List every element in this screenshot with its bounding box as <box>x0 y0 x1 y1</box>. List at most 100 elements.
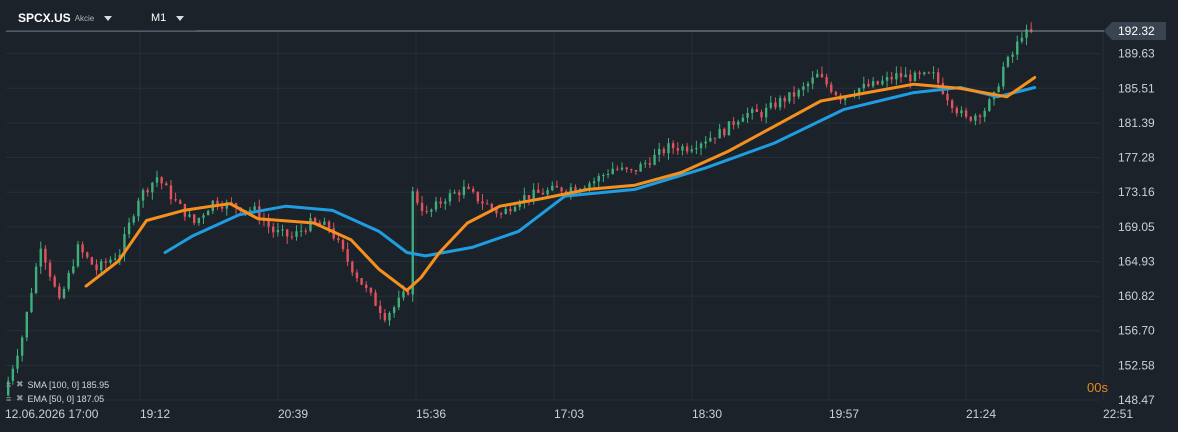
candle-down <box>365 281 368 293</box>
candle-down <box>216 197 219 210</box>
symbol-selector[interactable]: SPCX.US Akcie <box>18 8 113 28</box>
candle-down <box>341 238 345 252</box>
candle-body <box>527 195 531 200</box>
candle-body <box>355 272 359 279</box>
candle-down <box>834 90 838 97</box>
candle-up <box>67 270 70 292</box>
candle-body <box>34 266 38 294</box>
close-icon[interactable]: ✖ <box>16 379 24 390</box>
candle-up <box>932 66 935 80</box>
candle-body <box>704 141 707 144</box>
candle-body <box>695 148 698 150</box>
y-tick-label: 152.58 <box>1118 358 1155 372</box>
candle-down <box>220 201 224 213</box>
candle-body <box>671 143 675 149</box>
candle-up <box>197 217 201 226</box>
candle-down <box>1030 22 1033 34</box>
candle-down <box>304 227 307 235</box>
candle-body <box>95 264 98 271</box>
candle-up <box>737 119 740 129</box>
candle-body <box>388 312 391 321</box>
candle-up <box>1016 35 1019 60</box>
candle-body <box>188 214 191 217</box>
candle-up <box>113 252 117 261</box>
candle-down <box>630 168 633 173</box>
candle-up <box>551 181 554 192</box>
legend-ema[interactable]: ≡ ✖ EMA [50, 0] 187.05 <box>6 393 104 404</box>
x-tick-label: 15:36 <box>416 407 446 421</box>
candle-body <box>379 305 382 314</box>
candle-body <box>648 163 652 165</box>
candle-body <box>206 210 210 216</box>
close-icon[interactable]: ✖ <box>16 393 24 404</box>
candle-body <box>658 148 661 155</box>
candle-body <box>448 193 452 202</box>
candle-down <box>183 203 187 221</box>
chevron-down-icon <box>176 15 185 21</box>
candle-up <box>690 145 693 154</box>
candle-body <box>81 244 84 253</box>
candle-up <box>913 70 917 82</box>
candle-body <box>788 92 791 102</box>
candle-up <box>862 76 865 92</box>
candle-down <box>918 70 921 80</box>
y-tick-label: 189.63 <box>1118 47 1155 61</box>
candle-body <box>267 220 270 227</box>
x-axis[interactable]: 12.06.2026 17:00 19:12 20:39 15:36 17:03 18:3… <box>5 407 1133 421</box>
candle-body <box>588 183 591 188</box>
y-axis[interactable]: 192.32 189.63 185.51 181.39 177.28 173.16 169.… <box>1118 24 1155 407</box>
price-chart[interactable]: 192.32 189.63 185.51 181.39 177.28 173.16 169.… <box>0 0 1178 432</box>
candle-down <box>467 183 470 190</box>
candle-down <box>541 188 545 195</box>
candle-body <box>746 112 749 118</box>
candle-body <box>597 176 600 182</box>
candle-body <box>862 83 865 89</box>
candle-body <box>272 226 275 233</box>
candle-body <box>774 102 777 108</box>
candle-body <box>611 168 614 174</box>
list-icon[interactable]: ≡ <box>6 380 14 390</box>
candle-up <box>788 92 791 104</box>
candle-body <box>560 187 563 192</box>
candle-down <box>146 187 149 197</box>
candle-body <box>997 86 1000 93</box>
candle-body <box>1002 66 1005 87</box>
candle-body <box>44 248 47 263</box>
candle-body <box>48 262 52 277</box>
candle-body <box>109 259 112 263</box>
candle-body <box>402 291 405 298</box>
candle-body <box>174 199 177 201</box>
candle-up <box>718 123 721 139</box>
candle-down <box>685 142 689 155</box>
candle-body <box>137 200 140 217</box>
candle-body <box>30 293 33 312</box>
candle-body <box>374 292 377 306</box>
legend-sma[interactable]: ≡ ✖ SMA [100, 0] 185.95 <box>6 379 109 390</box>
y-tick-label: 160.82 <box>1118 289 1155 303</box>
candle-down <box>355 269 359 283</box>
candle-body <box>253 206 256 210</box>
candle-down <box>104 258 108 269</box>
candle-up <box>444 198 447 210</box>
candle-up <box>430 208 433 218</box>
timeframe-selector[interactable]: M1 <box>151 8 185 28</box>
candle-down <box>876 80 879 86</box>
candle-down <box>723 127 726 138</box>
candle-down <box>272 222 275 238</box>
candle-down <box>755 103 759 113</box>
y-tick-label: 173.16 <box>1118 185 1155 199</box>
candle-up <box>276 223 280 237</box>
candle-body <box>969 116 972 121</box>
candle-body <box>741 117 745 122</box>
candle-body <box>430 209 433 212</box>
candle-body <box>681 146 684 151</box>
candle-body <box>165 183 168 186</box>
candle-up <box>769 95 772 110</box>
x-tick-label: 20:39 <box>278 407 308 421</box>
candle-body <box>871 81 875 87</box>
candle-up <box>1002 61 1005 90</box>
candle-down <box>169 180 173 205</box>
candle-body <box>146 190 149 193</box>
list-icon[interactable]: ≡ <box>6 394 14 404</box>
candle-down <box>825 73 828 88</box>
